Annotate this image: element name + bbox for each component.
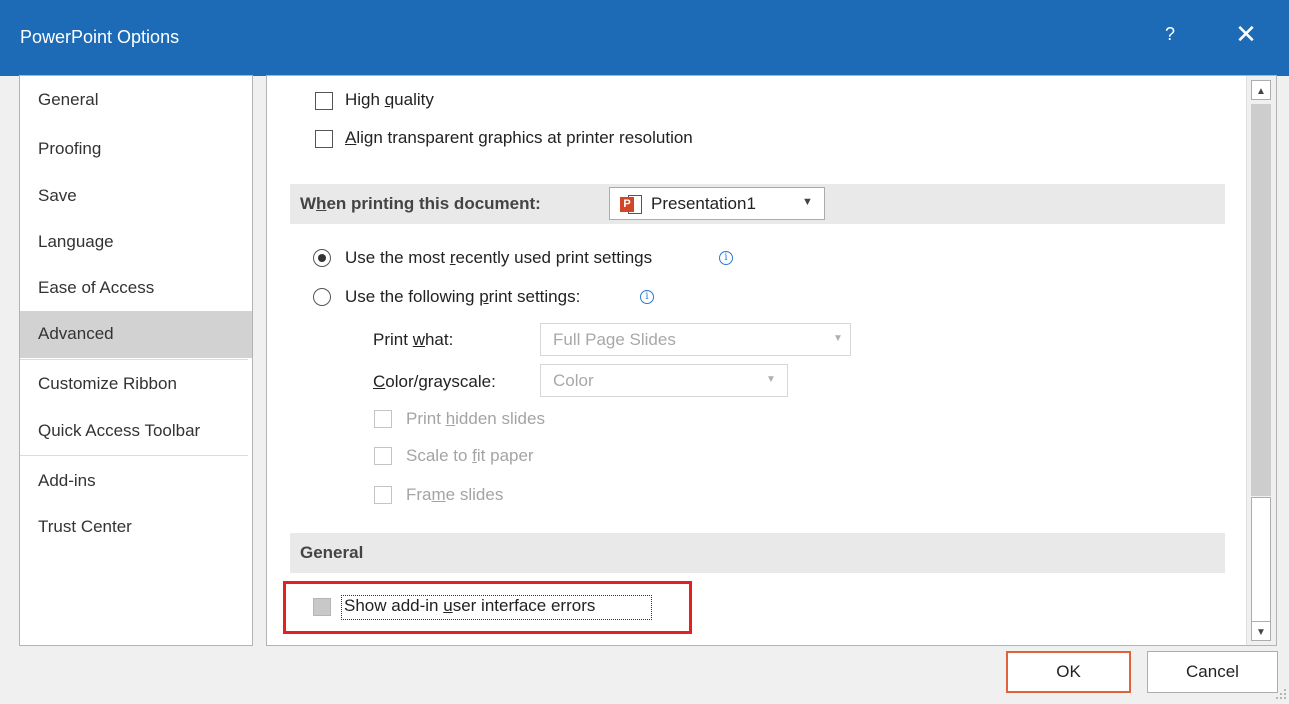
sidebar-item-customize-ribbon[interactable]: Customize Ribbon bbox=[20, 361, 252, 407]
vertical-scrollbar[interactable]: ▲ ▼ bbox=[1246, 76, 1276, 645]
use-recent-settings-radio[interactable] bbox=[313, 249, 331, 267]
ok-button[interactable]: OK bbox=[1006, 651, 1131, 693]
sidebar-divider bbox=[20, 455, 248, 456]
general-section-title: General bbox=[300, 543, 364, 562]
caret-down-icon: ▼ bbox=[1256, 627, 1266, 638]
title-bar: PowerPoint Options ? ✕ bbox=[0, 0, 1289, 76]
scroll-track[interactable] bbox=[1251, 104, 1271, 496]
help-button[interactable]: ? bbox=[1158, 24, 1182, 45]
window-title: PowerPoint Options bbox=[20, 27, 180, 47]
scroll-up-button[interactable]: ▲ bbox=[1251, 80, 1271, 100]
frame-slides-checkbox[interactable] bbox=[374, 486, 392, 504]
sidebar-item-general[interactable]: General bbox=[20, 77, 252, 123]
use-following-settings-radio[interactable] bbox=[313, 288, 331, 306]
high-quality-label[interactable]: High quality bbox=[345, 90, 434, 110]
document-select[interactable]: P Presentation1 ▼ bbox=[609, 187, 825, 220]
info-icon[interactable]: i bbox=[640, 290, 654, 304]
sidebar-item-advanced[interactable]: Advanced bbox=[20, 311, 252, 358]
sidebar-item-ease-of-access[interactable]: Ease of Access bbox=[20, 265, 252, 311]
info-icon[interactable]: i bbox=[719, 251, 733, 265]
sidebar-divider bbox=[20, 359, 248, 360]
scroll-down-button[interactable]: ▼ bbox=[1251, 621, 1271, 641]
color-grayscale-value: Color bbox=[553, 371, 594, 390]
print-what-select[interactable]: Full Page Slides ▼ bbox=[540, 323, 851, 356]
frame-slides-label[interactable]: Frame slides bbox=[406, 485, 503, 505]
scale-to-fit-checkbox[interactable] bbox=[374, 447, 392, 465]
highlight-box bbox=[283, 581, 692, 634]
scale-to-fit-label[interactable]: Scale to fit paper bbox=[406, 446, 534, 466]
print-hidden-slides-checkbox[interactable] bbox=[374, 410, 392, 428]
print-what-label: Print what: bbox=[373, 330, 454, 349]
align-transparent-graphics-checkbox[interactable] bbox=[315, 130, 333, 148]
print-hidden-slides-label[interactable]: Print hidden slides bbox=[406, 409, 545, 429]
sidebar-item-proofing[interactable]: Proofing bbox=[20, 126, 252, 172]
color-grayscale-select[interactable]: Color ▼ bbox=[540, 364, 788, 397]
use-recent-settings-label[interactable]: Use the most recently used print setting… bbox=[345, 248, 652, 268]
sidebar-item-language[interactable]: Language bbox=[20, 219, 252, 265]
align-transparent-graphics-label[interactable]: Align transparent graphics at printer re… bbox=[345, 128, 693, 148]
close-button[interactable]: ✕ bbox=[1232, 19, 1260, 49]
chevron-down-icon: ▼ bbox=[766, 374, 776, 385]
color-grayscale-label: Color/grayscale: bbox=[373, 372, 496, 391]
cancel-button[interactable]: Cancel bbox=[1147, 651, 1278, 693]
sidebar-item-save[interactable]: Save bbox=[20, 173, 252, 219]
scroll-thumb[interactable] bbox=[1251, 497, 1271, 625]
options-sidebar: General Proofing Save Language Ease of A… bbox=[19, 75, 253, 646]
resize-grip-icon[interactable] bbox=[1275, 688, 1287, 700]
powerpoint-file-icon: P bbox=[620, 195, 642, 214]
sidebar-item-quick-access-toolbar[interactable]: Quick Access Toolbar bbox=[20, 408, 252, 454]
general-section-header: General bbox=[290, 533, 1225, 573]
caret-up-icon: ▲ bbox=[1256, 86, 1266, 97]
use-following-settings-label[interactable]: Use the following print settings: bbox=[345, 287, 580, 307]
sidebar-item-trust-center[interactable]: Trust Center bbox=[20, 504, 252, 550]
chevron-down-icon: ▼ bbox=[802, 196, 813, 208]
chevron-down-icon: ▼ bbox=[833, 333, 843, 344]
high-quality-checkbox[interactable] bbox=[315, 92, 333, 110]
sidebar-item-add-ins[interactable]: Add-ins bbox=[20, 458, 252, 504]
document-select-value: Presentation1 bbox=[651, 194, 756, 213]
print-what-value: Full Page Slides bbox=[553, 330, 676, 349]
when-printing-title: When printing this document: bbox=[300, 194, 541, 213]
when-printing-section-header: When printing this document: P Presentat… bbox=[290, 184, 1225, 224]
advanced-options-panel: High quality Align transparent graphics … bbox=[266, 75, 1277, 646]
